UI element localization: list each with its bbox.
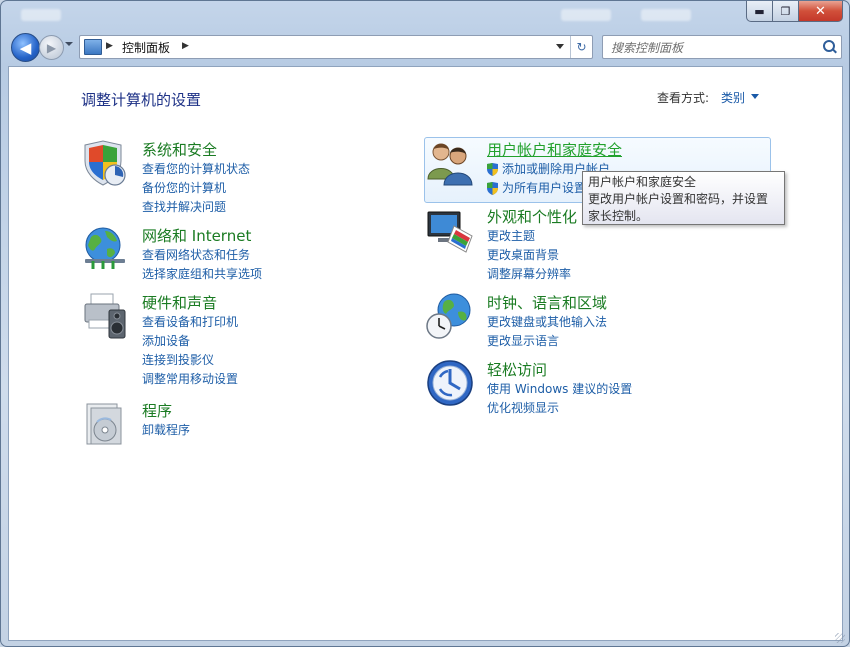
category-title-ease-of-access[interactable]: 轻松访问 [487,359,547,380]
link-connect-projector[interactable]: 连接到投影仪 [142,351,238,370]
maximize-button[interactable]: ❐ [773,1,799,22]
category-title-system-security[interactable]: 系统和安全 [142,139,217,160]
category-title-user-accounts[interactable]: 用户帐户和家庭安全 [487,139,622,160]
programs-icon [86,403,122,445]
link-network-status[interactable]: 查看网络状态和任务 [142,246,262,265]
category-links: 查看设备和打印机 添加设备 连接到投影仪 调整常用移动设置 [142,313,238,389]
link-adjust-resolution[interactable]: 调整屏幕分辨率 [487,265,571,284]
tooltip-body: 更改用户帐户设置和密码，并设置家长控制。 [588,192,769,223]
category-links: 更改键盘或其他输入法 更改显示语言 [487,313,607,351]
category-title-programs[interactable]: 程序 [142,400,172,421]
globe-network-icon [85,227,125,269]
link-mobility-settings[interactable]: 调整常用移动设置 [142,370,238,389]
breadcrumb-arrow-icon[interactable]: ▶ [106,41,113,51]
control-panel-icon [84,39,102,55]
link-label: 为所有用户设置 [502,181,587,195]
page-title: 调整计算机的设置 [81,91,202,109]
display-palette-icon [427,211,473,253]
link-homegroup-sharing[interactable]: 选择家庭组和共享选项 [142,265,262,284]
link-uninstall-program[interactable]: 卸载程序 [142,421,190,440]
link-troubleshoot[interactable]: 查找并解决问题 [142,198,250,217]
view-by-label: 查看方式: [657,91,710,105]
search-icon[interactable] [823,40,835,52]
title-blur [561,9,611,21]
category-title-network[interactable]: 网络和 Internet [142,225,251,246]
category-links: 使用 Windows 建议的设置 优化视频显示 [487,380,632,418]
recent-pages-dropdown[interactable] [65,42,73,46]
printer-speaker-icon [84,293,126,339]
category-title-appearance[interactable]: 外观和个性化 [487,206,577,227]
minimize-button[interactable]: ▬ [746,1,773,22]
breadcrumb[interactable]: 控制面板 [122,39,170,56]
category-links: 查看您的计算机状态 备份您的计算机 查找并解决问题 [142,160,250,217]
link-view-computer-status[interactable]: 查看您的计算机状态 [142,160,250,179]
chevron-down-icon[interactable] [751,94,759,99]
tooltip-title: 用户帐户和家庭安全 [588,175,697,189]
uac-shield-icon [487,182,498,195]
link-change-background[interactable]: 更改桌面背景 [487,246,571,265]
category-links: 卸载程序 [142,421,190,440]
refresh-button[interactable]: ↻ [570,36,592,58]
window-frame: ▬ ❐ ✕ ◀ ▶ ▶ 控制面板 ▶ ↻ 搜索控制面板 调整计算机的设置 查看方… [0,0,850,647]
uac-shield-icon [487,163,498,176]
link-devices-printers[interactable]: 查看设备和打印机 [142,313,238,332]
category-links: 查看网络状态和任务 选择家庭组和共享选项 [142,246,262,284]
globe-clock-icon [426,293,471,339]
category-title-clock-region[interactable]: 时钟、语言和区域 [487,292,607,313]
link-change-keyboard[interactable]: 更改键盘或其他输入法 [487,313,607,332]
ease-of-access-icon [427,360,473,406]
title-blur [641,9,691,21]
link-recommended-settings[interactable]: 使用 Windows 建议的设置 [487,380,632,399]
category-title-hardware[interactable]: 硬件和声音 [142,292,217,313]
link-add-device[interactable]: 添加设备 [142,332,238,351]
address-bar[interactable]: ▶ 控制面板 ▶ ↻ [79,35,593,59]
title-blur [21,9,61,21]
shield-icon [84,140,126,186]
window-controls: ▬ ❐ ✕ [746,1,843,22]
category-links: 更改主题 更改桌面背景 调整屏幕分辨率 [487,227,571,284]
close-button[interactable]: ✕ [799,1,843,22]
search-input[interactable]: 搜索控制面板 [611,39,683,56]
users-icon [427,143,473,186]
resize-grip[interactable] [835,633,845,643]
view-by-dropdown[interactable]: 类别 [721,89,745,106]
forward-button[interactable]: ▶ [39,35,64,60]
back-button[interactable]: ◀ [11,33,40,62]
link-change-theme[interactable]: 更改主题 [487,227,571,246]
link-change-display-language[interactable]: 更改显示语言 [487,332,607,351]
link-optimize-display[interactable]: 优化视频显示 [487,399,632,418]
content-pane: 调整计算机的设置 查看方式: 类别 系统和安全 查看您的计算机状态 备份您的计算… [8,66,843,641]
search-box[interactable]: 搜索控制面板 [602,35,842,59]
address-dropdown-icon[interactable] [556,44,564,49]
link-backup-computer[interactable]: 备份您的计算机 [142,179,250,198]
tooltip: 用户帐户和家庭安全 更改用户帐户设置和密码，并设置家长控制。 [582,171,785,225]
breadcrumb-arrow-icon[interactable]: ▶ [182,41,189,51]
